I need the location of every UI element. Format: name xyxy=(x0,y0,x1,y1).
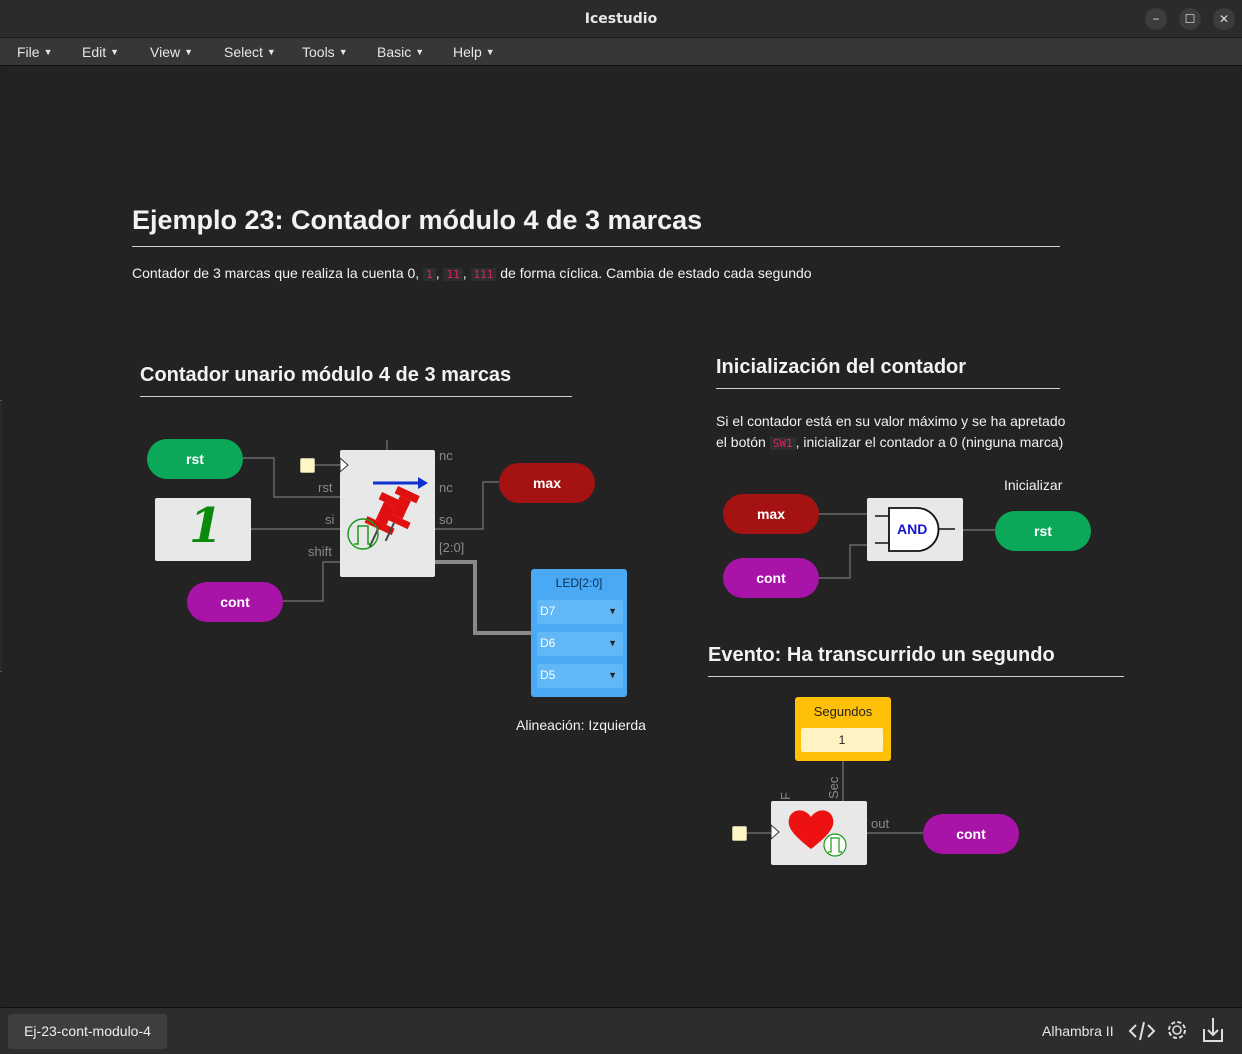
page-title: Ejemplo 23: Contador módulo 4 de 3 marca… xyxy=(132,205,703,235)
status-bar: Ej-23-cont-modulo-4 Alhambra II xyxy=(0,1007,1242,1054)
chevron-down-icon: ▼ xyxy=(608,670,617,680)
chevron-down-icon: ▼ xyxy=(608,606,617,616)
green-one-glyph: 1 xyxy=(189,498,223,554)
pin-so-label: so xyxy=(439,512,453,527)
led-alignment-label: Alineación: Izquierda xyxy=(516,717,646,733)
pushpin-icon xyxy=(340,457,428,550)
led-block[interactable]: LED[2:0] D7 ▼ D6 ▼ D5 ▼ xyxy=(531,569,627,697)
input-cont-block-2[interactable]: cont xyxy=(723,558,819,598)
gear-icon[interactable] xyxy=(1164,1017,1190,1043)
counter-section-title: Contador unario módulo 4 de 3 marcas xyxy=(140,364,512,386)
code-icon[interactable] xyxy=(1128,1019,1156,1043)
pin-nc2-label: nc xyxy=(439,480,453,495)
pin-sec-label: Sec xyxy=(826,776,841,799)
counter-section-rule xyxy=(140,396,572,397)
led-row-d5[interactable]: D5 ▼ xyxy=(537,664,623,688)
output-max-block[interactable]: max xyxy=(499,463,595,503)
and-block-label: Inicializar xyxy=(1004,477,1063,493)
and-gate-label: AND xyxy=(897,521,928,537)
event-section-title: Evento: Ha transcurrido un segundo xyxy=(708,644,1055,666)
seconds-constant-title: Segundos xyxy=(813,704,873,719)
init-section-title: Inicialización del contador xyxy=(716,356,967,378)
pin-nc1-label: nc xyxy=(439,448,453,463)
board-label[interactable]: Alhambra II xyxy=(1042,1023,1114,1039)
clock-bit-input[interactable] xyxy=(300,458,315,473)
event-section-rule xyxy=(708,676,1124,677)
const-one-block[interactable]: 1 xyxy=(155,498,251,561)
pin-f-label: F xyxy=(778,792,793,800)
init-section-rule xyxy=(716,388,1060,389)
heart-icon xyxy=(771,810,847,857)
chevron-down-icon: ▼ xyxy=(608,638,617,648)
heartbeat-block[interactable] xyxy=(771,801,867,865)
input-rst-block[interactable]: rst xyxy=(147,439,243,479)
led-row-d6[interactable]: D6 ▼ xyxy=(537,632,623,656)
file-tab[interactable]: Ej-23-cont-modulo-4 xyxy=(8,1014,167,1049)
input-max-block[interactable]: max xyxy=(723,494,819,534)
and-gate-block[interactable]: AND xyxy=(867,498,963,561)
output-rst-block[interactable]: rst xyxy=(995,511,1091,551)
init-text-line1: Si el contador está en su valor máximo y… xyxy=(716,413,1066,429)
init-text-line2: el botón SW1, inicializar el contador a … xyxy=(716,434,1064,450)
shift-register-block[interactable] xyxy=(340,450,435,577)
led-block-title: LED[2:0] xyxy=(555,576,603,590)
pin-out-label: out xyxy=(871,816,890,831)
pin-shift-label: shift xyxy=(308,544,332,559)
led-row-d7[interactable]: D7 ▼ xyxy=(537,600,623,624)
seconds-value-input[interactable]: 1 xyxy=(801,728,883,752)
output-cont-block[interactable]: cont xyxy=(923,814,1019,854)
download-icon[interactable] xyxy=(1200,1015,1226,1045)
clock-bit-input-2[interactable] xyxy=(732,826,747,841)
pin-rst-label: rst xyxy=(318,480,333,495)
input-cont-block[interactable]: cont xyxy=(187,582,283,622)
pin-si-label: si xyxy=(325,512,335,527)
title-rule xyxy=(132,246,1060,247)
seconds-constant-block[interactable]: Segundos 1 xyxy=(795,697,891,761)
pin-bus-label: [2:0] xyxy=(439,540,465,555)
page-description: Contador de 3 marcas que realiza la cuen… xyxy=(132,265,812,281)
